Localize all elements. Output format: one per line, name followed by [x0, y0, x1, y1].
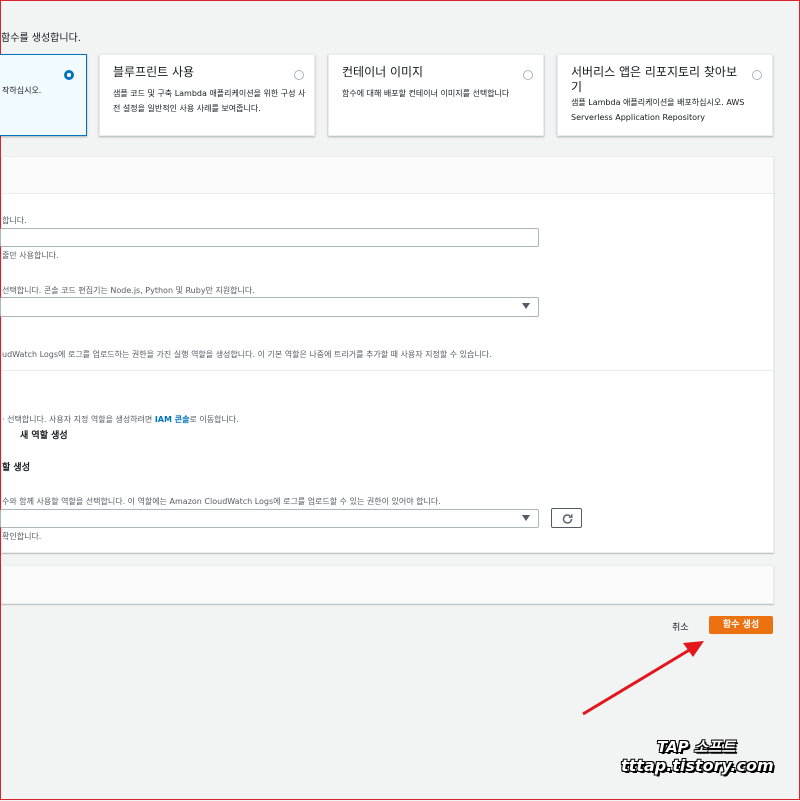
watermark-url: tttap.tistory.com [621, 756, 774, 775]
annotation-arrow-icon [582, 641, 704, 716]
watermark-title: TAP 소프트 [657, 738, 736, 756]
